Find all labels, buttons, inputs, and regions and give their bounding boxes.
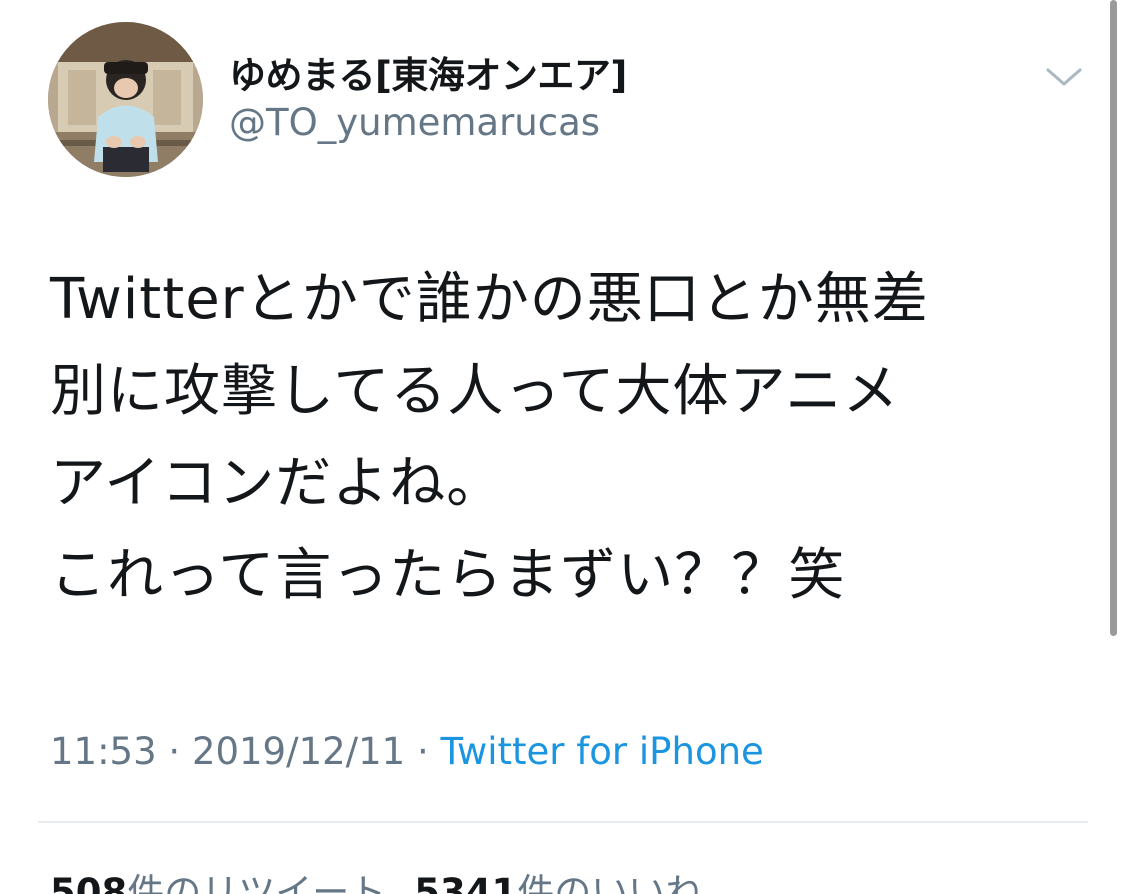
profile-photo-icon — [48, 22, 203, 177]
retweets-stat[interactable]: 508件のリツイート — [50, 871, 386, 894]
like-count: 5341 — [414, 871, 518, 894]
tweet-text: Twitterとかで誰かの悪口とか無差 別に攻撃してる人って大体アニメ アイコン… — [50, 254, 1050, 622]
tweet-line: これって言ったらまずい？？笑 — [50, 543, 846, 608]
retweet-label: 件のリツイート — [127, 871, 387, 894]
display-name[interactable]: ゆめまる[東海オンエア] — [229, 45, 627, 99]
tweet-date[interactable]: 2019/12/11 — [192, 730, 405, 773]
tweet-line: Twitterとかで誰かの悪口とか無差 — [50, 267, 929, 332]
meta-separator: · — [156, 730, 192, 773]
divider — [38, 821, 1088, 823]
like-label: 件のいいね — [517, 871, 703, 894]
tweet-source-link[interactable]: Twitter for iPhone — [441, 730, 764, 773]
chevron-down-icon[interactable] — [1044, 62, 1084, 92]
tweet-line: 別に攻撃してる人って大体アニメ — [50, 359, 900, 424]
scrollbar[interactable] — [1110, 0, 1117, 636]
tweet-time[interactable]: 11:53 — [50, 730, 157, 773]
user-handle[interactable]: @TO_yumemarucas — [229, 101, 600, 144]
tweet-meta: 11:53 · 2019/12/11 · Twitter for iPhone — [50, 730, 764, 773]
meta-separator: · — [405, 730, 441, 773]
avatar[interactable] — [48, 22, 203, 177]
tweet-line: アイコンだよね。 — [50, 451, 504, 516]
tweet-stats: 508件のリツイート 5341件のいいね — [50, 862, 702, 894]
tweet-detail: ゆめまる[東海オンエア] @TO_yumemarucas Twitterとかで誰… — [0, 0, 1124, 894]
retweet-count: 508 — [50, 871, 128, 894]
likes-stat[interactable]: 5341件のいいね — [414, 871, 702, 894]
